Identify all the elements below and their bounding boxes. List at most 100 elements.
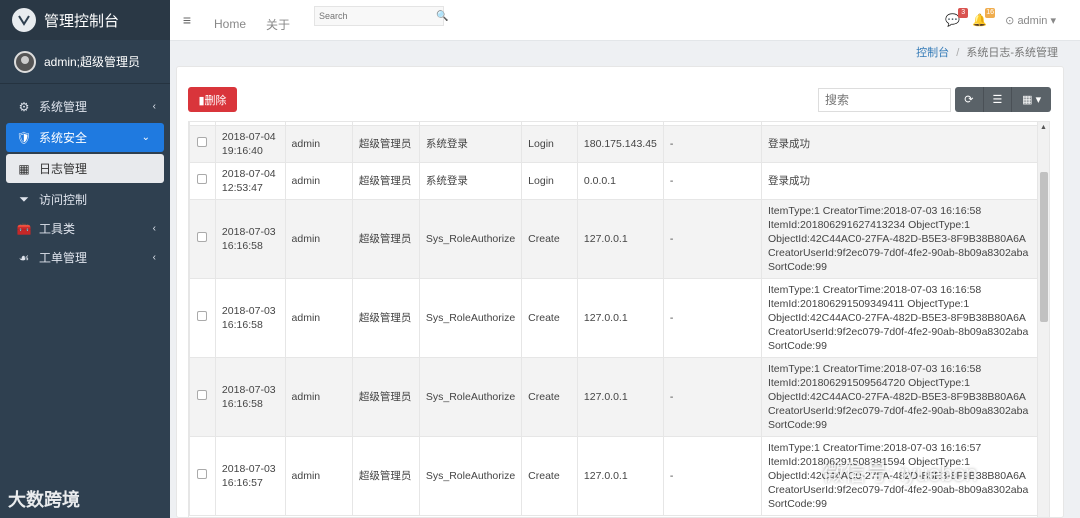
row-checkbox[interactable]	[197, 137, 208, 147]
table-row[interactable]: 2018-07-03 16:16:58 admin 超级管理员 Sys_RoleAut…	[189, 357, 1040, 437]
filter-icon: ⏷	[19, 192, 29, 206]
sidebar-item-system-management[interactable]: ⚙ 系统管理 ‹	[0, 92, 170, 121]
breadcrumb-separator: /	[956, 47, 960, 59]
row-checkbox-cell	[189, 162, 216, 200]
admin-dropdown[interactable]: ⊙ admin ▾	[1005, 14, 1056, 27]
sidebar-item-label: 工具类	[39, 222, 76, 236]
delete-label: 删除	[204, 94, 227, 107]
breadcrumb-home[interactable]: 控制台	[916, 47, 949, 59]
log-extra-cell: -	[662, 278, 762, 358]
toggle-view-button[interactable]: ☰	[983, 87, 1013, 112]
toolbox-icon: 🧰	[16, 221, 32, 236]
log-role-cell: 超级管理员	[351, 162, 420, 200]
sidebar-menu: ⚙ 系统管理 ‹ 🛡 系统安全 ⌄ ▦ 日志管理 ⏷ 访问控制 🧰 工具类 ‹ …	[0, 92, 170, 272]
alerts-button[interactable]: 🔔 16	[972, 8, 996, 27]
row-checkbox[interactable]	[197, 232, 208, 242]
row-checkbox-cell	[189, 199, 216, 279]
breadcrumb: 控制台 / 系统日志-系统管理	[916, 44, 1058, 60]
log-description-cell: ItemType:1 CreatorTime:2018-07-03 16:16:…	[760, 278, 1040, 358]
log-time-cell: 2018-07-03 16:16:57	[214, 436, 286, 516]
row-checkbox-cell	[189, 357, 216, 437]
sidebar-item-log-management[interactable]: ▦ 日志管理	[6, 154, 164, 183]
log-user-cell: admin	[284, 278, 353, 358]
log-module-cell: Sys_RoleAuthorize	[418, 199, 523, 279]
log-time-cell: 2018-07-04 19:16:40	[214, 125, 286, 163]
scroll-up-icon[interactable]: ▲	[1040, 124, 1047, 131]
log-action-cell: Login	[521, 162, 578, 200]
table-row[interactable]: 2018-07-04 19:16:40 admin 超级管理员 系统登录 Login 18…	[189, 125, 1040, 163]
row-checkbox[interactable]	[197, 469, 208, 479]
log-time-cell: 2018-07-03 16:16:58	[214, 278, 286, 358]
breadcrumb-current: 系统日志-系统管理	[966, 47, 1058, 59]
log-ip-cell: 127.0.0.1	[576, 199, 664, 279]
log-role-cell: 超级管理员	[351, 357, 420, 437]
log-time-cell: 2018-07-04 12:53:47	[214, 162, 286, 200]
sidebar-item-system-security[interactable]: 🛡 系统安全 ⌄	[6, 123, 164, 152]
log-extra-cell: -	[662, 162, 762, 200]
log-ip-cell: 0.0.0.1	[576, 162, 664, 200]
log-role-cell: 超级管理员	[351, 199, 420, 279]
log-module-cell: 系统登录	[418, 162, 523, 200]
nav-link-home[interactable]: Home	[214, 17, 246, 31]
log-user-cell: admin	[284, 357, 353, 437]
row-checkbox[interactable]	[197, 174, 208, 184]
log-ip-cell: 127.0.0.1	[576, 436, 664, 516]
row-checkbox-cell	[189, 278, 216, 358]
log-module-cell: Sys_RoleAuthorize	[418, 357, 523, 437]
table-row[interactable]: 2018-07-03 16:16:58 admin 超级管理员 Sys_RoleAut…	[189, 278, 1040, 358]
log-user-cell: admin	[284, 199, 353, 279]
columns-button[interactable]: ▦ ▾	[1012, 87, 1051, 112]
watermark-left: 大数跨境	[8, 490, 80, 510]
search-icon[interactable]: 🔍	[436, 11, 448, 22]
delete-button[interactable]: ▮删除	[188, 87, 237, 112]
table-search-input[interactable]	[818, 88, 951, 112]
list-icon: ☰	[992, 94, 1003, 106]
log-description-cell: 登录成功	[760, 162, 1040, 200]
log-description-cell: ItemType:1 CreatorTime:2018-07-03 16:16:…	[760, 357, 1040, 437]
chevron-left-icon: ‹	[152, 223, 156, 234]
nav-link-about[interactable]: 关于	[266, 16, 290, 33]
brand[interactable]: 管理控制台	[0, 0, 170, 40]
log-ip-cell: 127.0.0.1	[576, 278, 664, 358]
top-search-input[interactable]	[319, 11, 437, 21]
watermark-right: 微信号: iyuebon	[822, 461, 978, 486]
log-module-cell: Sys_RoleAuthorize	[418, 436, 523, 516]
chevron-down-icon: ⌄	[141, 132, 150, 143]
log-time-cell: 2018-07-03 16:16:58	[214, 199, 286, 279]
log-user-cell: admin	[284, 436, 353, 516]
table-row[interactable]: 2018-07-04 12:53:47 admin 超级管理员 系统登录 Login 0.…	[189, 162, 1040, 200]
hamburger-icon[interactable]: ≡	[170, 12, 204, 28]
user-name: admin;超级管理员	[44, 55, 141, 69]
log-role-cell: 超级管理员	[351, 125, 420, 163]
row-checkbox[interactable]	[197, 390, 208, 400]
chevron-left-icon: ‹	[152, 101, 156, 112]
sidebar-item-work-orders[interactable]: ☙ 工单管理 ‹	[0, 243, 170, 272]
user-box[interactable]: admin;超级管理员	[0, 40, 170, 84]
top-navbar: ≡ Home 关于 🔍 💬 3 🔔 16 ⊙ admin ▾	[170, 0, 1080, 41]
columns-icon: ▦ ▾	[1022, 94, 1042, 106]
log-action-cell: Create	[521, 199, 578, 279]
sidebar-item-label: 系统管理	[39, 100, 88, 114]
avatar[interactable]	[14, 50, 36, 73]
row-checkbox[interactable]	[197, 311, 208, 321]
refresh-button[interactable]: ⟳	[955, 87, 984, 112]
log-role-cell: 超级管理员	[351, 278, 420, 358]
chevron-left-icon: ‹	[152, 252, 156, 263]
log-extra-cell: -	[662, 125, 762, 163]
log-action-cell: Create	[521, 278, 578, 358]
sidebar-item-label: 访问控制	[39, 193, 88, 207]
log-description-cell: 登录成功	[760, 125, 1040, 163]
brand-title: 管理控制台	[44, 12, 120, 30]
sidebar-item-tools[interactable]: 🧰 工具类 ‹	[0, 214, 170, 243]
table-row[interactable]: 2018-07-03 16:16:58 admin 超级管理员 Sys_RoleAut…	[189, 199, 1040, 279]
scroll-thumb[interactable]	[1040, 172, 1048, 322]
table-tools: ⟳ ☰ ▦ ▾	[955, 87, 1051, 112]
log-action-cell: Login	[521, 125, 578, 163]
log-role-cell: 超级管理员	[351, 436, 420, 516]
messages-button[interactable]: 💬 3	[945, 8, 969, 27]
table-scrollbar[interactable]: ▲	[1037, 122, 1049, 517]
sidebar-item-label: 系统安全	[39, 131, 88, 145]
log-time-cell: 2018-07-03 16:16:58	[214, 357, 286, 437]
sidebar-item-access-control[interactable]: ⏷ 访问控制	[0, 185, 170, 214]
caret-down-icon: ▾	[1050, 14, 1056, 27]
